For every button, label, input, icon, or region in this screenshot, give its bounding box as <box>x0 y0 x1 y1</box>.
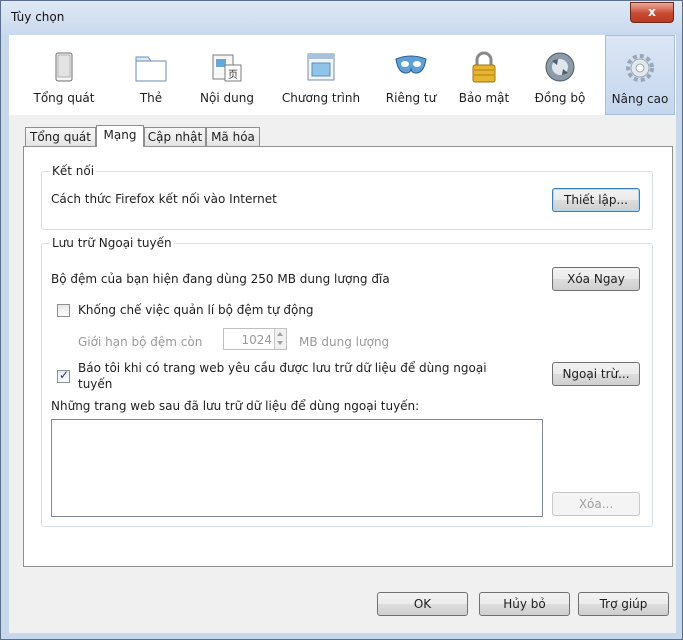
category-sync[interactable]: Đồng bộ <box>525 35 595 115</box>
override-cache-label[interactable]: Khống chế việc quản lí bộ đệm tự động <box>78 303 314 317</box>
check-mark-icon: ✓ <box>59 368 70 382</box>
category-toolbar: Tổng quát Thẻ 页 Nội dung Chương trình Ri… <box>9 35 676 115</box>
privacy-mask-icon <box>395 55 427 74</box>
tab-general[interactable]: Tổng quát <box>25 127 96 146</box>
svg-text:页: 页 <box>228 69 238 81</box>
connection-description: Cách thức Firefox kết nối vào Internet <box>51 192 277 206</box>
category-general[interactable]: Tổng quát <box>25 35 103 115</box>
sync-icon <box>545 52 575 82</box>
applications-icon <box>307 53 335 81</box>
help-button[interactable]: Trợ giúp <box>578 592 669 616</box>
notify-offline-label-line2[interactable]: tuyến <box>78 377 112 391</box>
category-tabs[interactable]: Thẻ <box>121 35 181 115</box>
category-advanced[interactable]: Nâng cao <box>605 35 675 115</box>
exceptions-button[interactable]: Ngoại trừ... <box>552 362 640 386</box>
cache-limit-label: Giới hạn bộ đệm còn <box>78 335 203 349</box>
spin-down-icon <box>277 341 283 345</box>
category-label: Đồng bộ <box>534 91 586 105</box>
category-security[interactable]: Bảo mật <box>451 35 517 115</box>
offline-storage-legend: Lưu trữ Ngoại tuyến <box>50 236 174 250</box>
spinner-arrows[interactable] <box>274 329 286 349</box>
connection-settings-button[interactable]: Thiết lập... <box>552 188 640 212</box>
tabs-icon <box>135 56 167 82</box>
notify-offline-checkbox[interactable]: ✓ <box>57 368 70 383</box>
options-window: Tùy chọn x Tổng quát Thẻ 页 Nội dung Chươ… <box>0 0 683 640</box>
cache-limit-spinner[interactable]: 1024 <box>223 328 287 350</box>
offline-storage-group: Lưu trữ Ngoại tuyến Bộ đệm của bạn hiện … <box>41 236 653 527</box>
category-label: Thẻ <box>139 91 163 105</box>
connection-legend: Kết nối <box>50 164 97 178</box>
category-content[interactable]: 页 Nội dung <box>191 35 263 115</box>
content-icon: 页 <box>212 54 242 82</box>
category-label: Nâng cao <box>611 92 669 106</box>
category-label: Bảo mật <box>458 91 510 105</box>
override-cache-checkbox[interactable] <box>57 304 70 317</box>
general-icon <box>55 52 73 82</box>
cache-usage-text: Bộ đệm của bạn hiện đang dùng 250 MB dun… <box>51 272 390 286</box>
cancel-button[interactable]: Hủy bỏ <box>479 592 570 616</box>
tab-network[interactable]: Mạng <box>96 125 144 147</box>
category-label: Tổng quát <box>33 91 95 105</box>
close-button[interactable]: x <box>630 2 674 23</box>
network-tab-panel: Kết nối Cách thức Firefox kết nối vào In… <box>23 146 673 567</box>
tab-encryption[interactable]: Mã hóa <box>206 127 260 146</box>
notify-offline-label-line1[interactable]: Báo tôi khi có trang web yêu cầu được lư… <box>78 361 487 375</box>
category-label: Riêng tư <box>385 91 437 105</box>
spin-up-icon <box>277 332 283 336</box>
remove-site-button[interactable]: Xóa... <box>552 492 640 516</box>
ok-button[interactable]: OK <box>377 592 468 616</box>
category-privacy[interactable]: Riêng tư <box>379 35 443 115</box>
dialog-body: Tổng quát Thẻ 页 Nội dung Chương trình Ri… <box>9 35 676 633</box>
category-applications[interactable]: Chương trình <box>273 35 369 115</box>
cache-limit-value: 1024 <box>241 333 272 347</box>
title-bar[interactable]: Tùy chọn x <box>1 1 682 35</box>
cache-limit-unit: MB dung lượng <box>299 335 390 349</box>
tab-update[interactable]: Cập nhật <box>144 127 206 146</box>
clear-now-button[interactable]: Xóa Ngay <box>552 267 640 291</box>
connection-group: Kết nối Cách thức Firefox kết nối vào In… <box>41 164 653 230</box>
category-label: Chương trình <box>281 91 361 105</box>
security-lock-icon <box>472 51 496 83</box>
category-label: Nội dung <box>200 91 254 105</box>
advanced-gear-icon <box>626 54 654 82</box>
offline-sites-label: Những trang web sau đã lưu trữ dữ liệu đ… <box>51 399 420 413</box>
window-title: Tùy chọn <box>11 10 65 24</box>
offline-sites-list[interactable] <box>51 419 543 517</box>
